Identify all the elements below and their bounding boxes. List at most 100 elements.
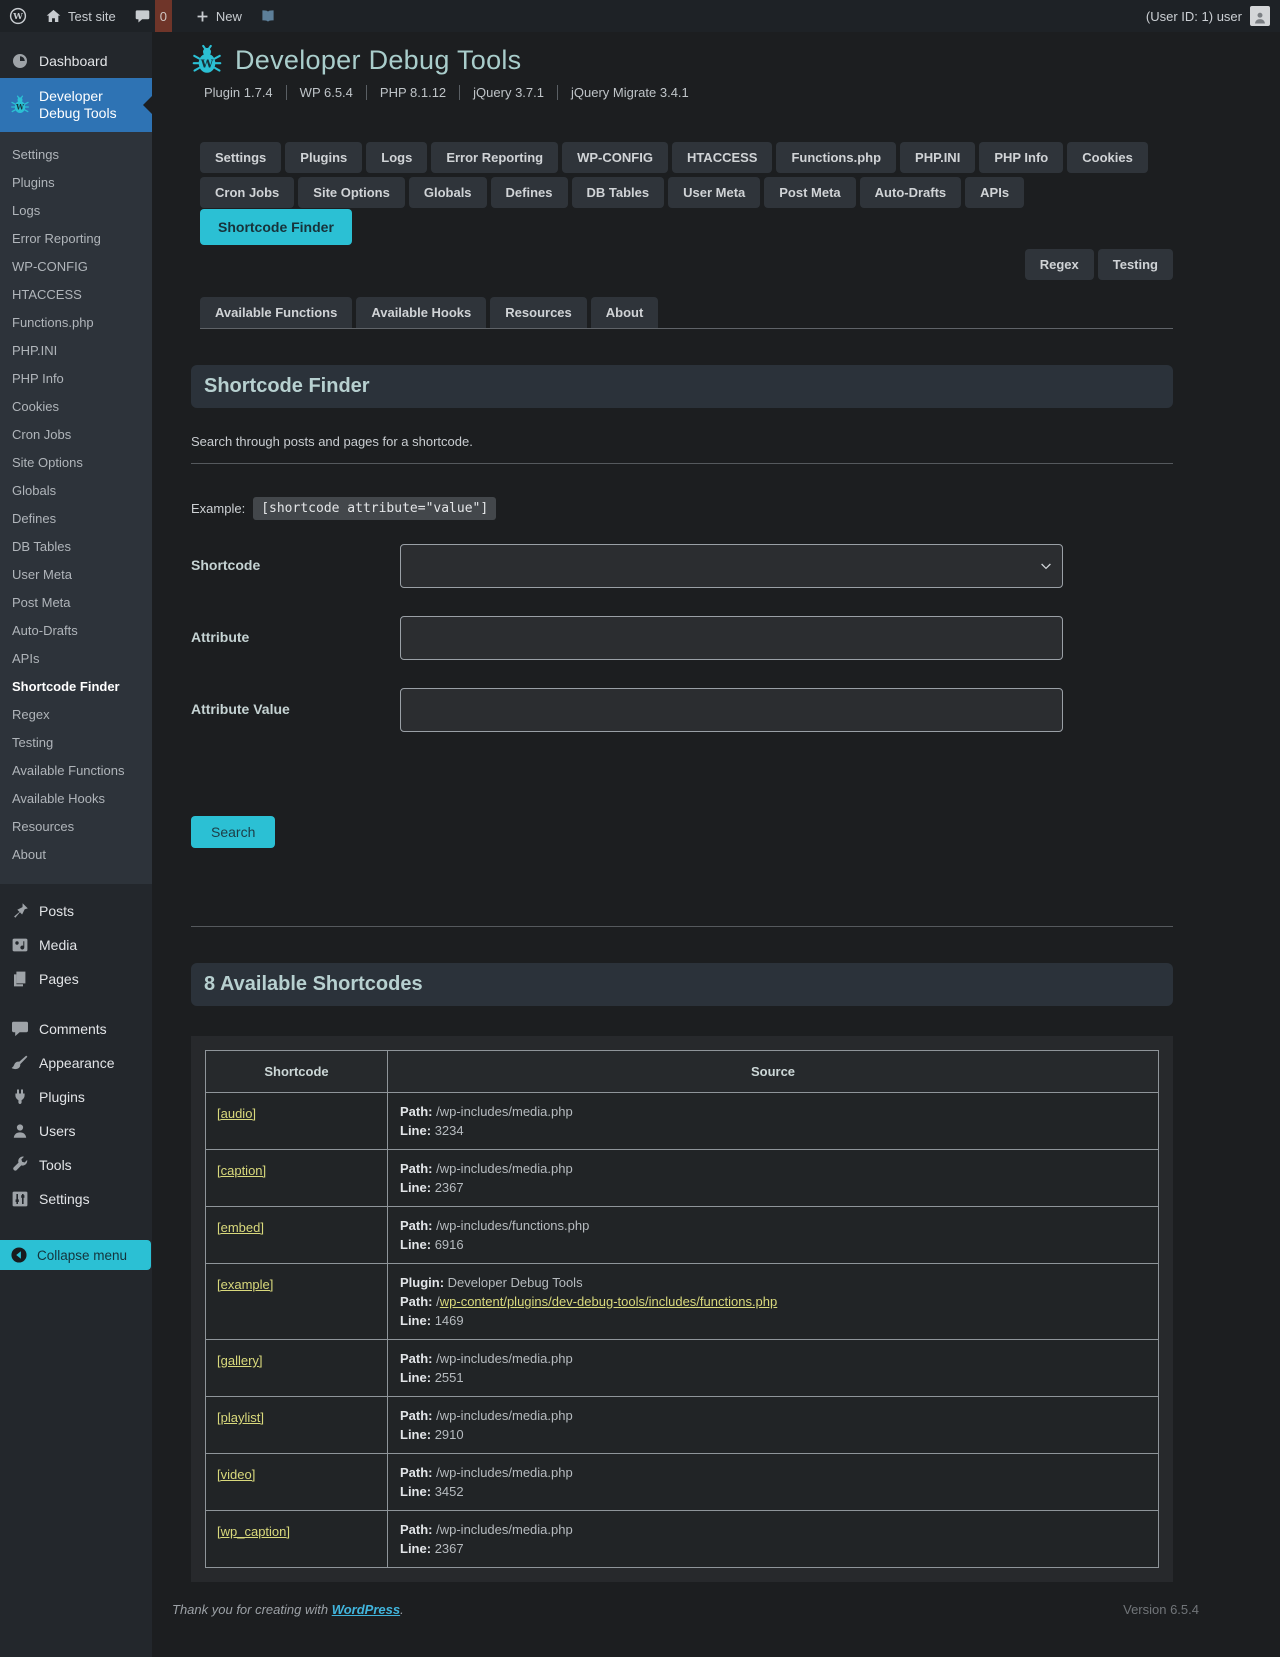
sidebar-item-developer-debug-tools[interactable]: Developer Debug Tools — [0, 78, 152, 132]
tab-htaccess[interactable]: HTACCESS — [672, 142, 773, 173]
shortcode-link[interactable]: [caption] — [217, 1163, 266, 1178]
version-meta-item: jQuery 3.7.1 — [459, 85, 557, 100]
tab-testing[interactable]: Testing — [1098, 249, 1173, 280]
tab-cron-jobs[interactable]: Cron Jobs — [200, 177, 294, 208]
subtab-available-hooks[interactable]: Available Hooks — [356, 297, 486, 328]
shortcode-finder-panel-header: Shortcode Finder — [191, 365, 1173, 408]
attribute-input[interactable] — [400, 616, 1063, 660]
shortcode-link[interactable]: [video] — [217, 1467, 255, 1482]
sidebar-item-db-tables[interactable]: DB Tables — [0, 532, 152, 560]
sidebar-item-user-meta[interactable]: User Meta — [0, 560, 152, 588]
comment-icon — [134, 8, 151, 25]
sidebar-item-posts[interactable]: Posts — [0, 894, 152, 928]
bug-icon — [10, 95, 30, 115]
tab-defines[interactable]: Defines — [491, 177, 568, 208]
shortcode-link[interactable]: [audio] — [217, 1106, 256, 1121]
shortcode-link[interactable]: [gallery] — [217, 1353, 263, 1368]
sidebar-item-logs[interactable]: Logs — [0, 196, 152, 224]
user-account-link[interactable]: (User ID: 1) user — [1146, 9, 1242, 24]
tab-shortcode-finder[interactable]: Shortcode Finder — [200, 209, 352, 245]
tab-site-options[interactable]: Site Options — [298, 177, 405, 208]
subtab-resources[interactable]: Resources — [490, 297, 586, 328]
column-header-shortcode: Shortcode — [206, 1051, 388, 1093]
sidebar-item-php-info[interactable]: PHP Info — [0, 364, 152, 392]
tab-user-meta[interactable]: User Meta — [668, 177, 760, 208]
sidebar-item-plugins[interactable]: Plugins — [0, 1080, 152, 1114]
tab-wp-config[interactable]: WP-CONFIG — [562, 142, 668, 173]
tab-error-reporting[interactable]: Error Reporting — [431, 142, 558, 173]
shortcode-link[interactable]: [playlist] — [217, 1410, 264, 1425]
example-code: [shortcode attribute="value"] — [253, 497, 496, 520]
sidebar-item-comments[interactable]: Comments — [0, 1012, 152, 1046]
sidebar-item-globals[interactable]: Globals — [0, 476, 152, 504]
comments-link[interactable] — [125, 0, 155, 32]
sidebar-item-regex[interactable]: Regex — [0, 700, 152, 728]
version-meta-item: WP 6.5.4 — [286, 85, 366, 100]
sidebar-item-about[interactable]: About — [0, 840, 152, 868]
sidebar-item-wp-config[interactable]: WP-CONFIG — [0, 252, 152, 280]
shortcode-select[interactable] — [400, 544, 1063, 588]
sidebar-item-label: Posts — [39, 903, 74, 919]
wordpress-logo-icon[interactable] — [0, 0, 36, 32]
sidebar-item-site-options[interactable]: Site Options — [0, 448, 152, 476]
sidebar-item-auto-drafts[interactable]: Auto-Drafts — [0, 616, 152, 644]
sidebar-item-shortcode-finder[interactable]: Shortcode Finder — [0, 672, 152, 700]
sidebar-item-available-functions[interactable]: Available Functions — [0, 756, 152, 784]
shortcode-link[interactable]: [embed] — [217, 1220, 264, 1235]
tab-functions-php[interactable]: Functions.php — [776, 142, 896, 173]
sidebar-item-resources[interactable]: Resources — [0, 812, 152, 840]
sidebar-item-dashboard[interactable]: Dashboard — [0, 44, 152, 78]
sidebar-item-available-hooks[interactable]: Available Hooks — [0, 784, 152, 812]
tab-post-meta[interactable]: Post Meta — [764, 177, 855, 208]
sidebar-item-appearance[interactable]: Appearance — [0, 1046, 152, 1080]
tab-php-info[interactable]: PHP Info — [979, 142, 1063, 173]
sidebar-item-testing[interactable]: Testing — [0, 728, 152, 756]
wordpress-link[interactable]: WordPress — [332, 1602, 400, 1617]
path-link[interactable]: wp-content/plugins/dev-debug-tools/inclu… — [440, 1294, 778, 1309]
tabs-block: SettingsPluginsLogsError ReportingWP-CON… — [191, 142, 1173, 329]
shortcode-link[interactable]: [wp_caption] — [217, 1524, 290, 1539]
search-button[interactable]: Search — [191, 816, 275, 848]
book-icon[interactable] — [251, 0, 285, 32]
collapse-menu-button[interactable]: Collapse menu — [0, 1240, 151, 1270]
sidebar-item-functions-php[interactable]: Functions.php — [0, 308, 152, 336]
subtab-about[interactable]: About — [591, 297, 659, 328]
comment-icon — [10, 1019, 30, 1039]
new-content-button[interactable]: New — [186, 0, 251, 32]
sidebar-item-users[interactable]: Users — [0, 1114, 152, 1148]
tab-php-ini[interactable]: PHP.INI — [900, 142, 975, 173]
tab-plugins[interactable]: Plugins — [285, 142, 362, 173]
sidebar-item-settings[interactable]: Settings — [0, 140, 152, 168]
tab-regex[interactable]: Regex — [1025, 249, 1094, 280]
sidebar-item-plugins[interactable]: Plugins — [0, 168, 152, 196]
shortcode-search-form: Shortcode Attribute Attribute Value Sear… — [191, 544, 1173, 848]
sidebar-item-tools[interactable]: Tools — [0, 1148, 152, 1182]
shortcode-link[interactable]: [example] — [217, 1277, 273, 1292]
tab-cookies[interactable]: Cookies — [1067, 142, 1148, 173]
subtab-available-functions[interactable]: Available Functions — [200, 297, 352, 328]
sidebar-item-defines[interactable]: Defines — [0, 504, 152, 532]
attribute-value-input[interactable] — [400, 688, 1063, 732]
comment-count-badge[interactable]: 0 — [155, 0, 172, 32]
sidebar-item-post-meta[interactable]: Post Meta — [0, 588, 152, 616]
sidebar-item-error-reporting[interactable]: Error Reporting — [0, 224, 152, 252]
tab-auto-drafts[interactable]: Auto-Drafts — [860, 177, 962, 208]
tab-globals[interactable]: Globals — [409, 177, 487, 208]
sidebar-item-cron-jobs[interactable]: Cron Jobs — [0, 420, 152, 448]
sidebar-item-htaccess[interactable]: HTACCESS — [0, 280, 152, 308]
tab-db-tables[interactable]: DB Tables — [572, 177, 665, 208]
tab-apis[interactable]: APIs — [965, 177, 1024, 208]
user-icon — [10, 1121, 30, 1141]
panel-title: 8 Available Shortcodes — [204, 973, 1160, 996]
tab-row-2: Cron JobsSite OptionsGlobalsDefinesDB Ta… — [200, 177, 1173, 246]
sidebar-item-settings[interactable]: Settings — [0, 1182, 152, 1216]
sidebar-item-cookies[interactable]: Cookies — [0, 392, 152, 420]
sidebar-item-media[interactable]: Media — [0, 928, 152, 962]
tab-settings[interactable]: Settings — [200, 142, 281, 173]
sidebar-item-pages[interactable]: Pages — [0, 962, 152, 996]
sidebar-item-php-ini[interactable]: PHP.INI — [0, 336, 152, 364]
sidebar-item-apis[interactable]: APIs — [0, 644, 152, 672]
home-icon — [45, 8, 62, 25]
tab-logs[interactable]: Logs — [366, 142, 427, 173]
site-name-link[interactable]: Test site — [36, 0, 125, 32]
